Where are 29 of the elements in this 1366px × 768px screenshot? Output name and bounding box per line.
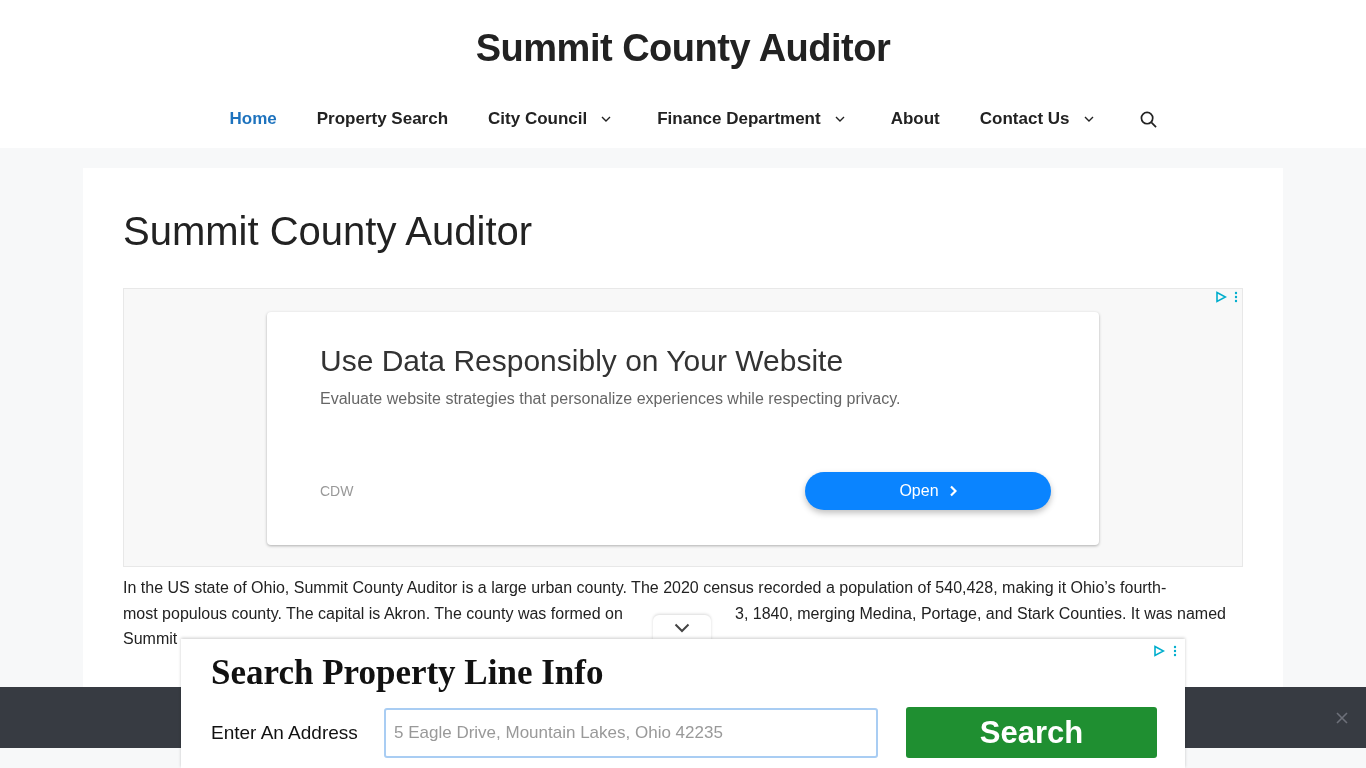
nav-item[interactable]: Contact Us [959,94,1120,144]
play-icon[interactable] [1215,291,1227,303]
play-icon[interactable] [1153,645,1165,657]
search-icon[interactable] [1139,110,1157,128]
more-icon[interactable] [1173,645,1177,657]
open-button[interactable]: Open [805,472,1051,510]
nav-item[interactable]: Finance Department [637,94,871,144]
chevron-down-icon [674,623,690,633]
ad-headline[interactable]: Use Data Responsibly on Your Website [320,342,1046,380]
paragraph-line: In the US state of Ohio, Summit County Auditor is a large urban county. The 2020 census recorded a population of 540,428, making it Ohio’s fourth- [123,578,1168,598]
chevron-right-icon [948,485,957,497]
more-icon[interactable] [1234,291,1238,303]
address-field[interactable]: 5 Eagle Drive, Mountain Lakes, Ohio 42235 [384,707,878,758]
close-icon[interactable] [1336,711,1348,724]
ad-headline: Search Property Line Info [211,653,605,693]
collapse-tab[interactable] [653,615,711,641]
nav-item[interactable]: Home [209,94,297,144]
ad-description: Evaluate website strategies that personalize experiences while respecting privacy. [320,390,902,408]
paragraph-line: Summit [123,629,178,649]
nav-item[interactable]: About [870,94,960,144]
paragraph-line: most populous county. The capital is Akron. The county was formed on [123,603,624,624]
advertiser-name: CDW [320,483,354,499]
nav-item[interactable]: City Council [468,94,638,144]
page-title: Summit County Auditor [123,208,534,255]
address-label: Enter An Address [211,721,359,744]
nav-item[interactable]: Property Search [296,94,469,144]
search-button[interactable]: Search [906,707,1157,758]
site-title[interactable]: Summit County Auditor [475,24,891,72]
paragraph-line: 3, 1840, merging Medina, Portage, and Stark Counties. It was named [735,603,1227,624]
